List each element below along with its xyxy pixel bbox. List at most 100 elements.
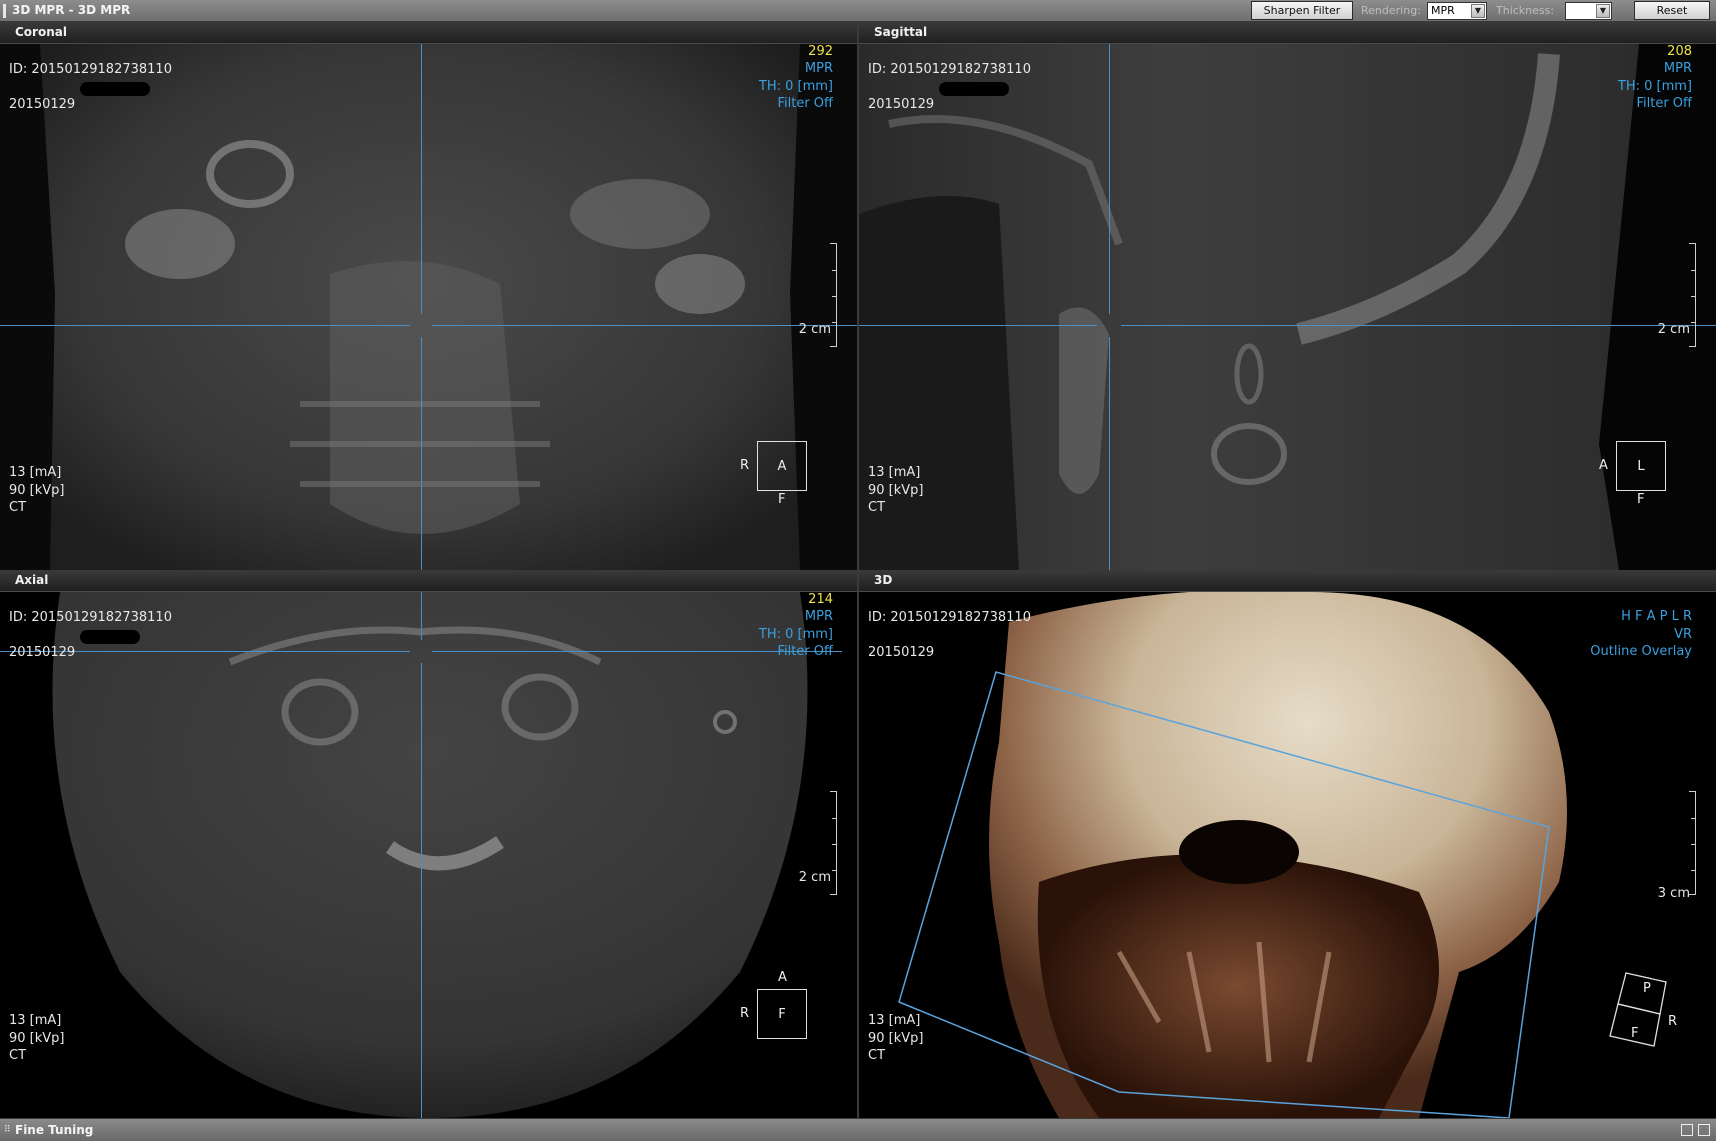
mode-label: MPR	[804, 609, 833, 624]
cube-top-label: P	[1643, 981, 1651, 996]
redaction-mark	[939, 82, 1009, 96]
rendering-label: Rendering:	[1361, 4, 1421, 17]
tube-current: 13 [mA]	[9, 1013, 62, 1028]
crosshair-vertical[interactable]	[1109, 337, 1110, 570]
axial-viewport[interactable]: Axial ID: 20150129182738110 20150129 214…	[0, 570, 857, 1118]
slice-number: 292	[808, 44, 833, 59]
crosshair-vertical[interactable]	[421, 592, 422, 640]
filter-status: Filter Off	[777, 96, 833, 111]
rendering-select[interactable]: MPR ▼	[1427, 2, 1487, 20]
threed-viewport[interactable]: 3D ID: 20150129182738110 20150129 H F A …	[859, 570, 1716, 1118]
filter-status: Filter Off	[1636, 96, 1692, 111]
orientation-bottom: F	[778, 492, 786, 507]
patient-id: ID: 20150129182738110	[868, 62, 1031, 77]
thickness-readout: TH: 0 [mm]	[758, 627, 833, 642]
scale-bar	[1689, 791, 1696, 895]
orientation-cube[interactable]: L	[1616, 441, 1666, 491]
sagittal-viewport[interactable]: Sagittal ID: 20150129182738110 20150129 …	[859, 22, 1716, 570]
crosshair-vertical[interactable]	[421, 663, 422, 1118]
tube-voltage: 90 [kVp]	[868, 483, 924, 498]
tube-voltage: 90 [kVp]	[9, 1031, 65, 1046]
slice-number: 214	[808, 592, 833, 607]
orientation-left: R	[740, 1006, 750, 1021]
folder-icon[interactable]	[1698, 1124, 1710, 1136]
redaction-mark	[80, 630, 140, 644]
orientation-center: A	[777, 458, 787, 474]
thickness-label: Thickness:	[1496, 4, 1555, 17]
filter-status: Filter Off	[777, 644, 833, 659]
coronal-header: Coronal	[0, 22, 857, 44]
vertical-divider[interactable]	[857, 22, 859, 1118]
grip-icon: ⠿	[4, 1125, 11, 1135]
crosshair-vertical[interactable]	[1109, 44, 1110, 314]
scale-label: 2 cm	[1657, 322, 1690, 337]
title-bar: 3D MPR - 3D MPR Sharpen Filter Rendering…	[0, 0, 1716, 22]
rendering-select-value: MPR	[1431, 4, 1455, 17]
tube-voltage: 90 [kVp]	[9, 483, 65, 498]
crosshair-horizontal[interactable]	[859, 325, 1097, 326]
orientation-left: A	[1599, 458, 1608, 473]
coronal-viewport[interactable]: Coronal ID: 20150129182738110 20150129 2…	[0, 22, 857, 570]
orientation-center: L	[1637, 458, 1645, 474]
fine-tuning-label: Fine Tuning	[15, 1123, 94, 1137]
orientation-cube[interactable]: A	[757, 441, 807, 491]
modality: CT	[868, 500, 886, 515]
patient-id: ID: 20150129182738110	[9, 610, 172, 625]
tube-voltage: 90 [kVp]	[868, 1031, 924, 1046]
study-date: 20150129	[9, 97, 76, 112]
study-date: 20150129	[9, 645, 76, 660]
cube-side-label: R	[1668, 1014, 1678, 1029]
sagittal-title: Sagittal	[874, 25, 928, 39]
threed-volume-render[interactable]	[859, 592, 1716, 1118]
scale-label: 3 cm	[1657, 886, 1690, 901]
chevron-down-icon[interactable]: ▼	[1596, 4, 1610, 18]
axial-header: Axial	[0, 570, 857, 592]
orientation-top: A	[778, 970, 787, 985]
modality: CT	[9, 500, 27, 515]
sagittal-ct-image[interactable]	[859, 44, 1716, 570]
mode-label: MPR	[804, 61, 833, 76]
modality: CT	[868, 1048, 886, 1063]
orientation-cube[interactable]: F	[757, 989, 807, 1039]
slice-number: 208	[1667, 44, 1692, 59]
crosshair-horizontal[interactable]	[0, 325, 410, 326]
overlay-label: Outline Overlay	[1590, 644, 1692, 659]
thickness-readout: TH: 0 [mm]	[1617, 79, 1692, 94]
fine-tuning-bar[interactable]: ⠿ Fine Tuning	[0, 1118, 1716, 1141]
crosshair-horizontal[interactable]	[1121, 325, 1716, 326]
save-icon[interactable]	[1681, 1124, 1693, 1136]
window-title: 3D MPR - 3D MPR	[12, 3, 131, 17]
reset-button[interactable]: Reset	[1634, 1, 1710, 20]
tube-current: 13 [mA]	[868, 465, 921, 480]
modality: CT	[9, 1048, 27, 1063]
orientation-center: F	[778, 1006, 786, 1022]
scale-bar	[1689, 243, 1696, 347]
threed-title: 3D	[874, 573, 893, 587]
tube-current: 13 [mA]	[9, 465, 62, 480]
coronal-title: Coronal	[15, 25, 67, 39]
coronal-ct-image[interactable]	[0, 44, 857, 570]
threed-header: 3D	[859, 570, 1716, 592]
window-grip-icon	[3, 4, 6, 18]
mode-label: MPR	[1663, 61, 1692, 76]
thickness-readout: TH: 0 [mm]	[758, 79, 833, 94]
sharpen-filter-button[interactable]: Sharpen Filter	[1251, 1, 1353, 20]
sagittal-header: Sagittal	[859, 22, 1716, 44]
scale-label: 2 cm	[798, 870, 831, 885]
scale-bar	[830, 243, 837, 347]
cube-front-label: F	[1631, 1026, 1639, 1041]
patient-id: ID: 20150129182738110	[9, 62, 172, 77]
axial-title: Axial	[15, 573, 49, 587]
mode-label: VR	[1674, 627, 1692, 642]
crosshair-vertical[interactable]	[421, 337, 422, 570]
direction-labels[interactable]: H F A P L R	[1621, 609, 1692, 624]
thickness-select[interactable]: ▼	[1565, 2, 1612, 20]
axial-ct-image[interactable]	[0, 592, 857, 1118]
orientation-left: R	[740, 458, 750, 473]
orientation-bottom: F	[1637, 492, 1645, 507]
study-date: 20150129	[868, 97, 935, 112]
crosshair-vertical[interactable]	[421, 44, 422, 314]
crosshair-horizontal[interactable]	[432, 325, 857, 326]
chevron-down-icon[interactable]: ▼	[1471, 4, 1485, 18]
redaction-mark	[80, 82, 150, 96]
